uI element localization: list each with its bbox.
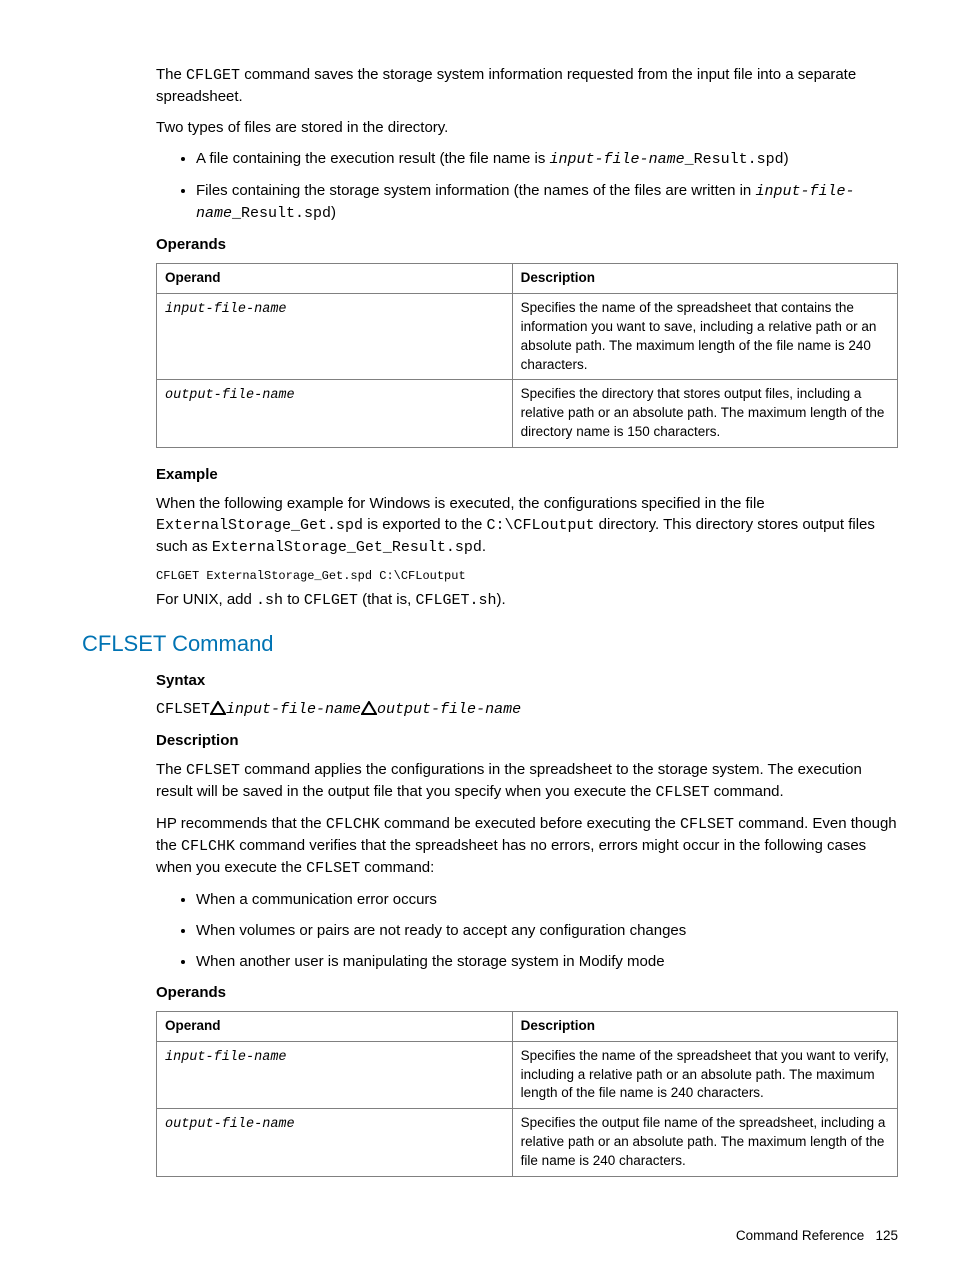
operand-name: output-file-name [165,1117,295,1132]
operand-desc: Specifies the output file name of the sp… [512,1109,897,1177]
operand-desc: Specifies the name of the spreadsheet th… [512,1041,897,1109]
text: is exported to the [363,516,486,533]
table-row: output-file-name Specifies the output fi… [157,1109,898,1177]
input-file-name-code: input-file-name [550,151,685,168]
text: When the following example for Windows i… [156,495,765,512]
code: ExternalStorage_Get_Result.spd [212,539,482,556]
text: The [156,761,186,778]
operands-heading: Operands [156,234,898,255]
operand-desc: Specifies the directory that stores outp… [512,380,897,448]
code: CFLGET [304,592,358,609]
cases-list: When a communication error occurs When v… [156,889,898,972]
text: command saves the storage system informa… [156,66,856,105]
syntax-arg: output-file-name [377,701,521,718]
list-item: When another user is manipulating the st… [196,951,898,972]
intro-paragraph-2: Two types of files are stored in the dir… [156,117,898,138]
table-row: input-file-name Specifies the name of th… [157,293,898,380]
page-footer: Command Reference 125 [56,1227,898,1246]
syntax-line: CFLSET input-file-name output-file-name [156,699,898,720]
code: .sh [256,592,283,609]
list-item: A file containing the execution result (… [196,148,898,170]
col-description: Description [512,264,897,294]
result-spd-code: _Result.spd [232,205,331,222]
code: C:\CFLoutput [486,517,594,534]
cflget-code: CFLGET [186,67,240,84]
text: command verifies that the spreadsheet ha… [156,837,866,876]
code: CFLCHK [326,816,380,833]
text: to [283,591,304,608]
result-spd-code: _Result.spd [685,151,784,168]
operand-name: input-file-name [165,302,287,317]
syntax-cmd: CFLSET [156,701,210,718]
example-paragraph-1: When the following example for Windows i… [156,493,898,558]
code: CFLGET.sh [415,592,496,609]
text: A file containing the execution result (… [196,150,550,167]
text: command: [360,859,434,876]
operand-name: output-file-name [165,388,295,403]
operands-heading-2: Operands [156,982,898,1003]
code: CFLSET [186,762,240,779]
description-paragraph-2: HP recommends that the CFLCHK command be… [156,813,898,879]
syntax-arg: input-file-name [226,701,361,718]
delta-icon [361,701,377,715]
text: . [482,538,486,555]
example-heading: Example [156,464,898,485]
text: ) [784,150,789,167]
text: ) [331,204,336,221]
text: For UNIX, add [156,591,256,608]
table-row: input-file-name Specifies the name of th… [157,1041,898,1109]
page-number: 125 [875,1228,898,1243]
code: CFLCHK [181,838,235,855]
text: ). [496,591,505,608]
text: HP recommends that the [156,815,326,832]
intro-list: A file containing the execution result (… [156,148,898,224]
table-row: output-file-name Specifies the directory… [157,380,898,448]
text: (that is, [358,591,416,608]
text: Files containing the storage system info… [196,182,755,199]
list-item: When volumes or pairs are not ready to a… [196,920,898,941]
list-item: Files containing the storage system info… [196,180,898,224]
code: CFLSET [306,860,360,877]
col-operand: Operand [157,1011,513,1041]
code: CFLSET [655,784,709,801]
operands-table-1: Operand Description input-file-name Spec… [156,263,898,448]
col-description: Description [512,1011,897,1041]
intro-paragraph-1: The CFLGET command saves the storage sys… [156,64,898,107]
list-item: When a communication error occurs [196,889,898,910]
example-paragraph-2: For UNIX, add .sh to CFLGET (that is, CF… [156,589,898,611]
operand-name: input-file-name [165,1050,287,1065]
text: command be executed before executing the [380,815,680,832]
description-heading: Description [156,730,898,751]
operand-desc: Specifies the name of the spreadsheet th… [512,293,897,380]
example-code-block: CFLGET ExternalStorage_Get.spd C:\CFLout… [156,568,898,585]
description-paragraph-1: The CFLSET command applies the configura… [156,759,898,803]
code: ExternalStorage_Get.spd [156,517,363,534]
text: command. [709,783,783,800]
syntax-heading: Syntax [156,670,898,691]
cflset-command-heading: CFLSET Command [82,629,898,660]
footer-label: Command Reference [736,1228,864,1243]
operands-table-2: Operand Description input-file-name Spec… [156,1011,898,1177]
code: CFLSET [680,816,734,833]
delta-icon [210,701,226,715]
col-operand: Operand [157,264,513,294]
text: The [156,66,186,83]
